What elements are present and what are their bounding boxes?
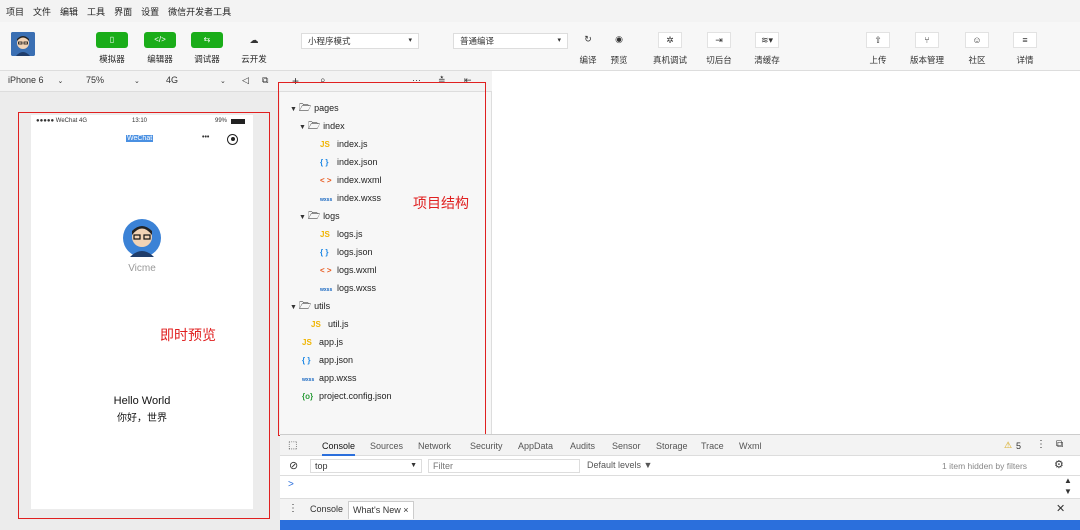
drawer-menu-icon[interactable]: ⋮	[288, 503, 298, 514]
whats-new-banner	[280, 520, 1080, 530]
console-drawer-tabs: ⋮ Console What's New × ✕	[280, 498, 1080, 520]
console-filter-input[interactable]	[428, 459, 580, 473]
preview-button[interactable]: ◉ 预览	[604, 32, 634, 66]
switch-bg-icon: ⇥	[707, 32, 731, 48]
drawer-tab-whats-new[interactable]: What's New ×	[348, 501, 414, 519]
menu-item-app[interactable]: 微信开发者工具	[168, 5, 231, 18]
code-icon: </>	[144, 32, 176, 48]
devtools-tab-wxml[interactable]: Wxml	[739, 441, 762, 451]
menu-item-view[interactable]: 界面	[114, 5, 132, 18]
structure-annotation: 项目结构	[413, 195, 469, 211]
console-body[interactable]: > ▲ ▼	[280, 476, 1080, 498]
preview-highlight-box	[18, 112, 270, 519]
editor-area[interactable]	[492, 70, 1080, 434]
main-toolbar: ▯ 模拟器 </> 编辑器 ⇆ 调试器 ☁ 云开发 小程序模式 ▾ 普通编译 ▾ ↻…	[0, 22, 1080, 70]
warning-count[interactable]: 5	[1016, 441, 1021, 451]
devtools-tab-security[interactable]: Security	[470, 441, 503, 451]
chevron-down-icon: ⌄	[57, 78, 64, 85]
dropdown-arrow-icon: ▾	[408, 37, 412, 44]
console-settings-gear-icon[interactable]: ⚙	[1054, 458, 1064, 471]
warning-icon: ⚠	[1004, 440, 1013, 450]
devtools-tab-console[interactable]: Console	[322, 441, 356, 456]
simulator-button[interactable]: ▯ 模拟器	[92, 32, 132, 65]
menu-item-file[interactable]: 文件	[33, 5, 51, 18]
mute-icon[interactable]: ◁	[242, 75, 249, 86]
menu-item-settings[interactable]: 设置	[141, 5, 159, 18]
devtools-tabs: ⬚ Console Sources Network Security AppData Au…	[280, 434, 1080, 456]
menu-item-project[interactable]: 项目	[6, 5, 24, 18]
drawer-tab-console[interactable]: Console	[310, 504, 343, 514]
editor-button[interactable]: </> 编辑器	[140, 32, 180, 65]
inspect-icon[interactable]: ⬚	[288, 440, 297, 451]
device-bar: iPhone 6 ⌄ 75% ⌄ 4G ⌄ ◁ ⧉	[0, 70, 280, 92]
close-drawer-icon[interactable]: ✕	[1056, 502, 1065, 515]
version-button[interactable]: ⑂ 版本管理	[910, 32, 944, 66]
clear-console-icon[interactable]: ⊘	[289, 459, 298, 472]
community-button[interactable]: ☺ 社区	[962, 32, 992, 66]
structure-highlight-box	[278, 82, 486, 436]
debugger-button[interactable]: ⇆ 调试器	[187, 32, 227, 65]
scroll-down-icon[interactable]: ▼	[1064, 487, 1072, 496]
compile-mode-select[interactable]: 普通编译 ▾	[453, 33, 568, 49]
scroll-up-icon[interactable]: ▲	[1064, 476, 1072, 485]
user-avatar[interactable]	[11, 32, 35, 56]
dropdown-arrow-icon: ▾	[557, 37, 561, 44]
console-toolbar: ⊘ top ▼ Default levels ▼ 1 item hidden b…	[280, 456, 1080, 476]
remote-debug-button[interactable]: ✲ 真机调试	[653, 32, 687, 66]
devtools-tab-appdata[interactable]: AppData	[518, 441, 553, 451]
hidden-items-text: 1 item hidden by filters	[942, 461, 1028, 471]
background-button[interactable]: ⇥ 切后台	[704, 32, 734, 66]
cloud-upload-icon: ⇧	[866, 32, 890, 48]
bug-icon: ✲	[658, 32, 682, 48]
devtools-tab-storage[interactable]: Storage	[656, 441, 688, 451]
devtools-tab-network[interactable]: Network	[418, 441, 451, 451]
network-select[interactable]: 4G ⌄	[166, 75, 226, 85]
compile-button[interactable]: ↻ 编译	[573, 32, 603, 66]
popout-icon[interactable]: ⧉	[262, 75, 268, 86]
menu-item-edit[interactable]: 编辑	[60, 5, 78, 18]
chat-icon: ☺	[965, 32, 989, 48]
debug-icon: ⇆	[191, 32, 223, 48]
kebab-icon[interactable]: ⋮	[1036, 439, 1046, 450]
eye-icon: ◉	[615, 34, 623, 44]
dropdown-arrow-icon: ▼	[410, 462, 417, 469]
chevron-down-icon: ⌄	[134, 78, 140, 85]
context-select[interactable]: top ▼	[310, 459, 422, 473]
devtools-tab-sensor[interactable]: Sensor	[612, 441, 641, 451]
devtools-tab-sources[interactable]: Sources	[370, 441, 403, 451]
cloud-icon: ☁	[249, 35, 259, 45]
log-levels-select[interactable]: Default levels ▼	[587, 460, 652, 470]
branch-icon: ⑂	[915, 32, 939, 48]
mode-select[interactable]: 小程序模式 ▾	[301, 33, 419, 49]
menu-lines-icon: ≡	[1013, 32, 1037, 48]
refresh-icon: ↻	[584, 34, 592, 44]
preview-annotation: 即时预览	[160, 327, 216, 343]
upload-button[interactable]: ⇧ 上传	[863, 32, 893, 66]
devtools-tab-audits[interactable]: Audits	[570, 441, 595, 451]
undock-icon[interactable]: ⧉	[1056, 439, 1063, 450]
device-select[interactable]: iPhone 6 ⌄	[8, 75, 63, 85]
details-button[interactable]: ≡ 详情	[1010, 32, 1040, 66]
chevron-down-icon: ⌄	[220, 78, 226, 85]
clear-cache-button[interactable]: ≋▾ 清缓存	[752, 32, 782, 66]
avatar-icon	[11, 32, 35, 56]
menu-item-tools[interactable]: 工具	[87, 5, 105, 18]
devtools-tab-trace[interactable]: Trace	[701, 441, 724, 451]
console-prompt: >	[288, 479, 294, 490]
phone-icon: ▯	[96, 32, 128, 48]
zoom-select[interactable]: 75% ⌄	[86, 75, 140, 85]
layers-icon: ≋▾	[755, 32, 779, 48]
menu-bar: 项目 文件 编辑 工具 界面 设置 微信开发者工具	[0, 0, 1080, 22]
cloud-dev-button[interactable]: ☁ 云开发	[234, 32, 274, 65]
